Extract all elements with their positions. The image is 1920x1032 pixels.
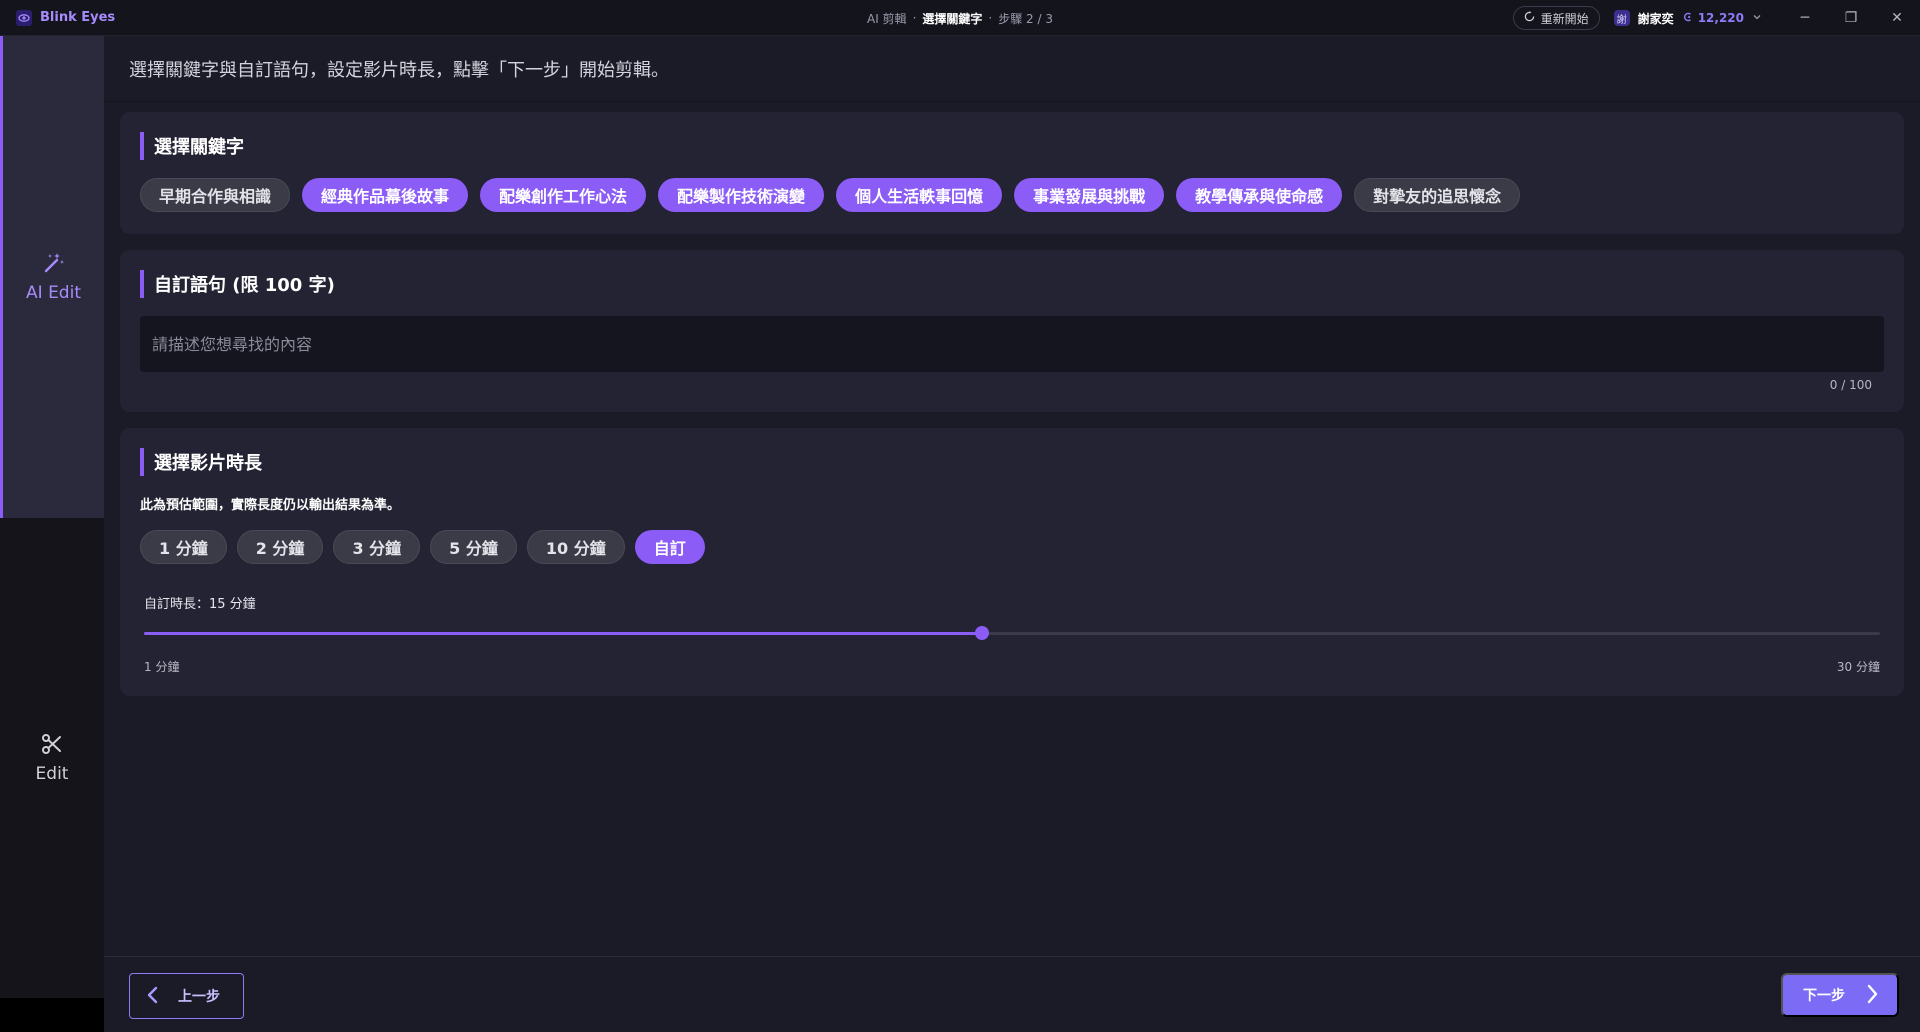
user-account-menu[interactable]: 謝 謝家奕 12,220 <box>1613 10 1762 27</box>
breadcrumb-step: 步驟 2 / 3 <box>998 11 1053 26</box>
keyword-chip[interactable]: 對摯友的追思懷念 <box>1354 178 1521 212</box>
keyword-chip[interactable]: 事業發展與挑戰 <box>1014 178 1165 212</box>
chevron-right-icon <box>1865 984 1879 1007</box>
duration-option-chip[interactable]: 2 分鐘 <box>236 530 324 564</box>
breadcrumb-separator: · <box>912 11 917 25</box>
duration-option-list: 1 分鐘 2 分鐘 3 分鐘 5 分鐘 10 分鐘 自訂 <box>140 530 705 564</box>
minimize-button[interactable]: ─ <box>1782 0 1828 36</box>
breadcrumb-ai-edit: AI 剪輯 <box>866 11 907 26</box>
app-logo-icon <box>16 9 32 26</box>
keyword-chip[interactable]: 教學傳承與使命感 <box>1176 178 1343 212</box>
credits-balance: 12,220 <box>1682 11 1744 26</box>
duration-note: 此為預估範圍，實際長度仍以輸出結果為準。 <box>140 498 401 513</box>
section-title: 選擇影片時長 <box>140 448 262 476</box>
sidebar-item-edit[interactable]: Edit <box>0 518 104 998</box>
user-name: 謝家奕 <box>1637 11 1674 26</box>
keyword-chip[interactable]: 經典作品幕後故事 <box>302 178 469 212</box>
app-brand: Blink Eyes <box>0 9 116 26</box>
breadcrumb-separator: · <box>988 11 993 25</box>
duration-option-chip[interactable]: 3 分鐘 <box>333 530 421 564</box>
close-button[interactable]: ✕ <box>1874 0 1920 36</box>
section-title: 自訂語句 (限 100 字) <box>140 270 335 298</box>
duration-option-chip[interactable]: 1 分鐘 <box>140 530 227 564</box>
custom-sentence-input[interactable] <box>140 316 1884 372</box>
duration-option-chip[interactable]: 5 分鐘 <box>430 530 517 564</box>
keyword-chip-list: 早期合作與相識 經典作品幕後故事 配樂創作工作心法 配樂製作技術演變 個人生活軼事回憶事… <box>140 178 1521 212</box>
chevron-down-icon <box>1752 11 1762 25</box>
next-step-label: 下一步 <box>1803 987 1845 1003</box>
restart-label: 重新開始 <box>1540 11 1589 26</box>
character-counter: 0 / 100 <box>1829 378 1872 392</box>
avatar: 謝 <box>1613 10 1630 26</box>
keyword-chip[interactable]: 早期合作與相識 <box>140 178 291 212</box>
duration-slider[interactable] <box>144 626 1880 640</box>
title-bar: Blink Eyes AI 剪輯 · 選擇關鍵字 · 步驟 2 / 3 重新開始… <box>0 0 1920 36</box>
breadcrumb-current: 選擇關鍵字 <box>922 11 983 26</box>
keyword-chip[interactable]: 配樂製作技術演變 <box>658 178 825 212</box>
restart-icon <box>1524 11 1535 25</box>
duration-option-chip[interactable]: 10 分鐘 <box>526 530 625 564</box>
next-step-button[interactable]: 下一步 <box>1781 973 1899 1017</box>
sidebar-footer <box>0 998 104 1032</box>
previous-step-label: 上一步 <box>178 988 220 1004</box>
custom-sentence-section: 自訂語句 (限 100 字) 0 / 100 <box>120 250 1904 412</box>
sidebar-item-label: Edit <box>35 764 69 784</box>
section-title: 選擇關鍵字 <box>140 132 244 160</box>
chevron-left-icon <box>146 986 160 1007</box>
magic-wand-icon <box>42 251 66 279</box>
keyword-section: 選擇關鍵字 早期合作與相識 經典作品幕後故事 配樂創作工作心法 配樂製作技術演變 個人生… <box>120 112 1904 234</box>
app-name: Blink Eyes <box>40 10 116 25</box>
slider-thumb[interactable] <box>975 626 990 640</box>
maximize-button[interactable]: ❐ <box>1828 0 1874 36</box>
slider-min-label: 1 分鐘 <box>144 660 180 674</box>
slider-fill <box>144 632 983 635</box>
keyword-chip[interactable]: 個人生活軼事回憶 <box>836 178 1003 212</box>
slider-max-label: 30 分鐘 <box>1836 660 1880 674</box>
restart-button[interactable]: 重新開始 <box>1512 6 1600 30</box>
sidebar-item-label: AI Edit <box>26 283 81 303</box>
footer-bar: 上一步 下一步 <box>104 956 1920 1032</box>
page-instruction: 選擇關鍵字與自訂語句，設定影片時長，點擊「下一步」開始剪輯。 <box>104 36 1920 102</box>
sidebar: AI Edit Edit <box>0 36 104 1032</box>
credits-value: 12,220 <box>1697 11 1744 25</box>
previous-step-button[interactable]: 上一步 <box>129 973 244 1019</box>
main-content: 選擇關鍵字與自訂語句，設定影片時長，點擊「下一步」開始剪輯。 選擇關鍵字 早期合… <box>104 36 1920 1032</box>
scissors-icon <box>40 732 64 760</box>
sidebar-item-ai-edit[interactable]: AI Edit <box>0 36 104 518</box>
duration-section: 選擇影片時長 此為預估範圍，實際長度仍以輸出結果為準。 1 分鐘 2 分鐘 3 分鐘… <box>120 428 1904 696</box>
custom-duration-label: 自訂時長：15 分鐘 <box>144 597 256 612</box>
keyword-chip[interactable]: 配樂創作工作心法 <box>480 178 647 212</box>
credits-icon <box>1682 11 1694 26</box>
duration-option-chip[interactable]: 自訂 <box>634 530 705 564</box>
